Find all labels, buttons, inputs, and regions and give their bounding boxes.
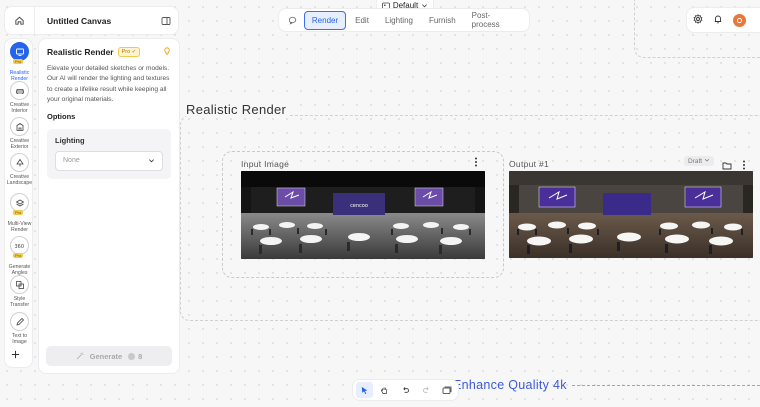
folder-icon — [722, 162, 732, 170]
toggle-sidebar-button[interactable] — [154, 16, 178, 26]
panel-title: Realistic Render — [47, 47, 114, 57]
tree-icon — [10, 153, 29, 172]
style-icon — [10, 275, 29, 294]
plus-icon — [11, 350, 20, 359]
pen-icon — [10, 312, 29, 331]
pro-badge: Pro — [13, 59, 24, 64]
bell-icon — [714, 15, 722, 24]
tool-generate-angles[interactable]: 360 Pro Generate Angles — [5, 236, 34, 276]
generate-button[interactable]: Generate 8 — [46, 346, 172, 366]
board-title: Realistic Render — [186, 102, 291, 117]
pro-badge: Pro — [13, 253, 24, 258]
tool-label: Creative Exterior — [9, 138, 30, 150]
chevron-down-icon — [704, 158, 710, 162]
more-vertical-icon — [475, 157, 477, 167]
options-heading: Options — [47, 111, 76, 121]
tool-creative-landscape[interactable]: Creative Landscape — [5, 153, 34, 186]
tool-realistic-render[interactable]: Pro Realistic Render — [5, 42, 34, 82]
tool-label: Text to Image — [11, 333, 28, 345]
screen-logo-text: cencoo — [350, 203, 368, 209]
output-image[interactable] — [509, 171, 753, 258]
generate-label: Generate — [89, 351, 123, 361]
home-button[interactable] — [5, 7, 35, 34]
panel-description: Elevate your detailed sketches or models… — [47, 65, 170, 104]
cursor-icon — [361, 386, 367, 394]
svg-text:360: 360 — [15, 244, 25, 250]
image-library-button[interactable] — [438, 382, 455, 398]
settings-button[interactable] — [693, 11, 703, 29]
enhance-quality-board-title[interactable]: Enhance Quality 4k — [453, 378, 567, 392]
tool-rail: Pro Realistic Render Creative Interior C… — [4, 38, 33, 368]
lighting-section: Lighting None — [47, 128, 171, 179]
tool-multi-view-render[interactable]: Pro Multi-View Render — [5, 193, 34, 233]
tool-creative-exterior[interactable]: Creative Exterior — [5, 117, 34, 150]
tab-post-process[interactable]: Post-process — [465, 7, 523, 33]
avatar[interactable] — [733, 13, 746, 27]
tool-creative-interior[interactable]: Creative Interior — [5, 81, 34, 114]
canvas-name[interactable]: Untitled Canvas — [47, 16, 154, 26]
redo-icon — [422, 386, 429, 393]
redo-button[interactable] — [418, 382, 435, 398]
tab-render[interactable]: Render — [303, 10, 347, 30]
enhance-board-outline — [572, 385, 760, 386]
tab-lighting[interactable]: Lighting — [378, 12, 420, 29]
tool-label: Multi-View Render — [7, 221, 32, 233]
tool-label: Creative Interior — [9, 102, 30, 114]
tool-label: Style Transfer — [9, 296, 30, 308]
notifications-button[interactable] — [713, 11, 723, 29]
user-logo-icon — [736, 17, 743, 23]
sofa-icon — [10, 81, 29, 100]
input-image[interactable]: cencoo — [241, 171, 485, 259]
chevron-down-icon — [149, 159, 154, 163]
home-icon — [15, 16, 24, 25]
magic-wand-icon — [76, 352, 84, 360]
canvas-title-bar: Untitled Canvas — [4, 6, 179, 35]
mode-toolbar: Render Edit Lighting Furnish Post-proces… — [278, 8, 530, 32]
draft-dropdown[interactable]: Draft — [684, 156, 714, 166]
input-image-label: Input Image — [241, 159, 290, 169]
lighting-value: None — [63, 157, 80, 165]
undo-button[interactable] — [397, 382, 414, 398]
undo-icon — [403, 386, 410, 393]
lightbulb-icon[interactable] — [163, 47, 171, 57]
select-tool-button[interactable] — [356, 382, 373, 398]
image-stack-icon — [442, 386, 452, 394]
output-label: Output #1 — [509, 159, 550, 169]
hand-icon — [381, 386, 388, 394]
draft-label: Draft — [688, 158, 703, 165]
lighting-select[interactable]: None — [55, 150, 163, 171]
building-icon — [10, 117, 29, 136]
tab-edit[interactable]: Edit — [348, 12, 376, 29]
tool-options-panel: Realistic Render Pro ✓ Elevate your deta… — [38, 38, 180, 374]
generate-cost: 8 — [138, 351, 143, 361]
credit-icon — [128, 352, 136, 360]
add-tool-button[interactable] — [11, 348, 20, 362]
pro-badge: Pro ✓ — [117, 47, 141, 57]
pro-badge: Pro — [13, 210, 24, 215]
more-vertical-icon — [743, 160, 745, 170]
tool-style-transfer[interactable]: Style Transfer — [5, 275, 34, 308]
pan-tool-button[interactable] — [377, 382, 394, 398]
lighting-label: Lighting — [55, 135, 85, 145]
tool-label: Creative Landscape — [6, 174, 33, 186]
chat-button[interactable] — [283, 16, 304, 25]
chat-bubble-icon — [288, 16, 297, 24]
account-controls — [686, 7, 760, 33]
sidebar-layout-icon — [161, 16, 171, 25]
canvas-toolbar — [352, 379, 459, 401]
tool-text-to-image[interactable]: Text to Image — [5, 312, 34, 345]
tab-furnish[interactable]: Furnish — [422, 12, 463, 29]
input-menu-button[interactable] — [474, 157, 478, 168]
gear-icon — [693, 14, 703, 24]
